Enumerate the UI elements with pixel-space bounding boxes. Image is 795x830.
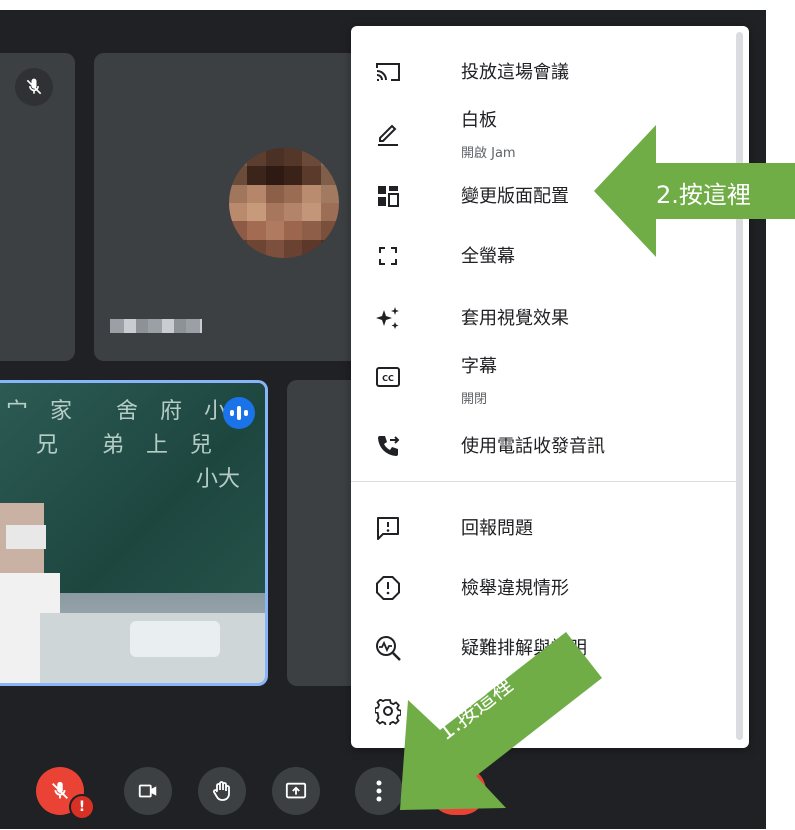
menu-item-phone-audio[interactable]: 使用電話收發音訊 [351,424,736,468]
raise-hand-button[interactable] [198,767,246,815]
menu-item-label: 使用電話收發音訊 [461,436,605,457]
mic-off-icon [52,781,68,799]
active-speaker-video: 宀 家 舍 府 小 兄 弟 上 兒 小大 [0,380,268,686]
menu-item-sublabel: 開啟 Jam [461,146,516,161]
speaking-badge [223,397,255,429]
fullscreen-icon [373,241,403,271]
report-problem-icon [373,513,403,543]
menu-item-report-abuse[interactable]: 檢舉違規情形 [351,566,736,610]
menu-item-label: 回報問題 [461,518,533,539]
cast-icon [373,57,403,87]
menu-item-label: 全螢幕 [461,246,515,267]
present-screen-button[interactable] [272,767,320,815]
desk-items [130,621,220,657]
participant-avatar [229,148,339,258]
camera-toggle-button[interactable] [124,767,172,815]
menu-item-cast[interactable]: 投放這場會議 [351,50,736,94]
pen-icon [373,118,403,148]
mic-off-badge [15,68,53,106]
menu-item-label: 字幕 [461,356,497,377]
svg-text:CC: CC [382,374,394,383]
warning-badge: ! [69,794,95,820]
present-screen-icon [285,782,307,799]
chalkboard-writing: 兄 弟 上 兒 [14,433,213,458]
closed-caption-icon: CC [373,362,403,392]
menu-item-sublabel: 開閉 [461,392,488,407]
chalkboard-writing: 宀 家 舍 府 小 [6,399,227,424]
raise-hand-icon [213,781,230,801]
menu-item-label: 套用視覺效果 [461,308,569,329]
menu-item-captions[interactable]: CC 字幕 開閉 [351,352,736,412]
call-controls: ! [0,753,766,829]
menu-item-label: 投放這場會議 [461,62,569,83]
chalkboard-writing: 小大 [196,467,241,492]
menu-item-label: 白板 [461,110,497,131]
menu-divider [351,481,736,482]
menu-item-label: 變更版面配置 [461,186,569,207]
menu-item-label: 檢舉違規情形 [461,578,569,599]
annotation-step2-label: 2.按這裡 [656,181,751,209]
report-abuse-icon [373,573,403,603]
audio-level-icon [230,406,248,420]
participant-tile-left [0,53,75,361]
more-options-icon [376,780,382,802]
camera-icon [138,784,157,798]
layout-icon [373,181,403,211]
menu-item-visual-effects[interactable]: 套用視覺效果 [351,296,736,340]
menu-item-report-problem[interactable]: 回報問題 [351,506,736,550]
sparkle-icon [373,303,403,333]
participant-name-blurred [110,319,202,333]
mic-off-icon [26,78,42,95]
annotation-arrow-step1 [400,632,602,810]
phone-forward-icon [373,431,403,461]
